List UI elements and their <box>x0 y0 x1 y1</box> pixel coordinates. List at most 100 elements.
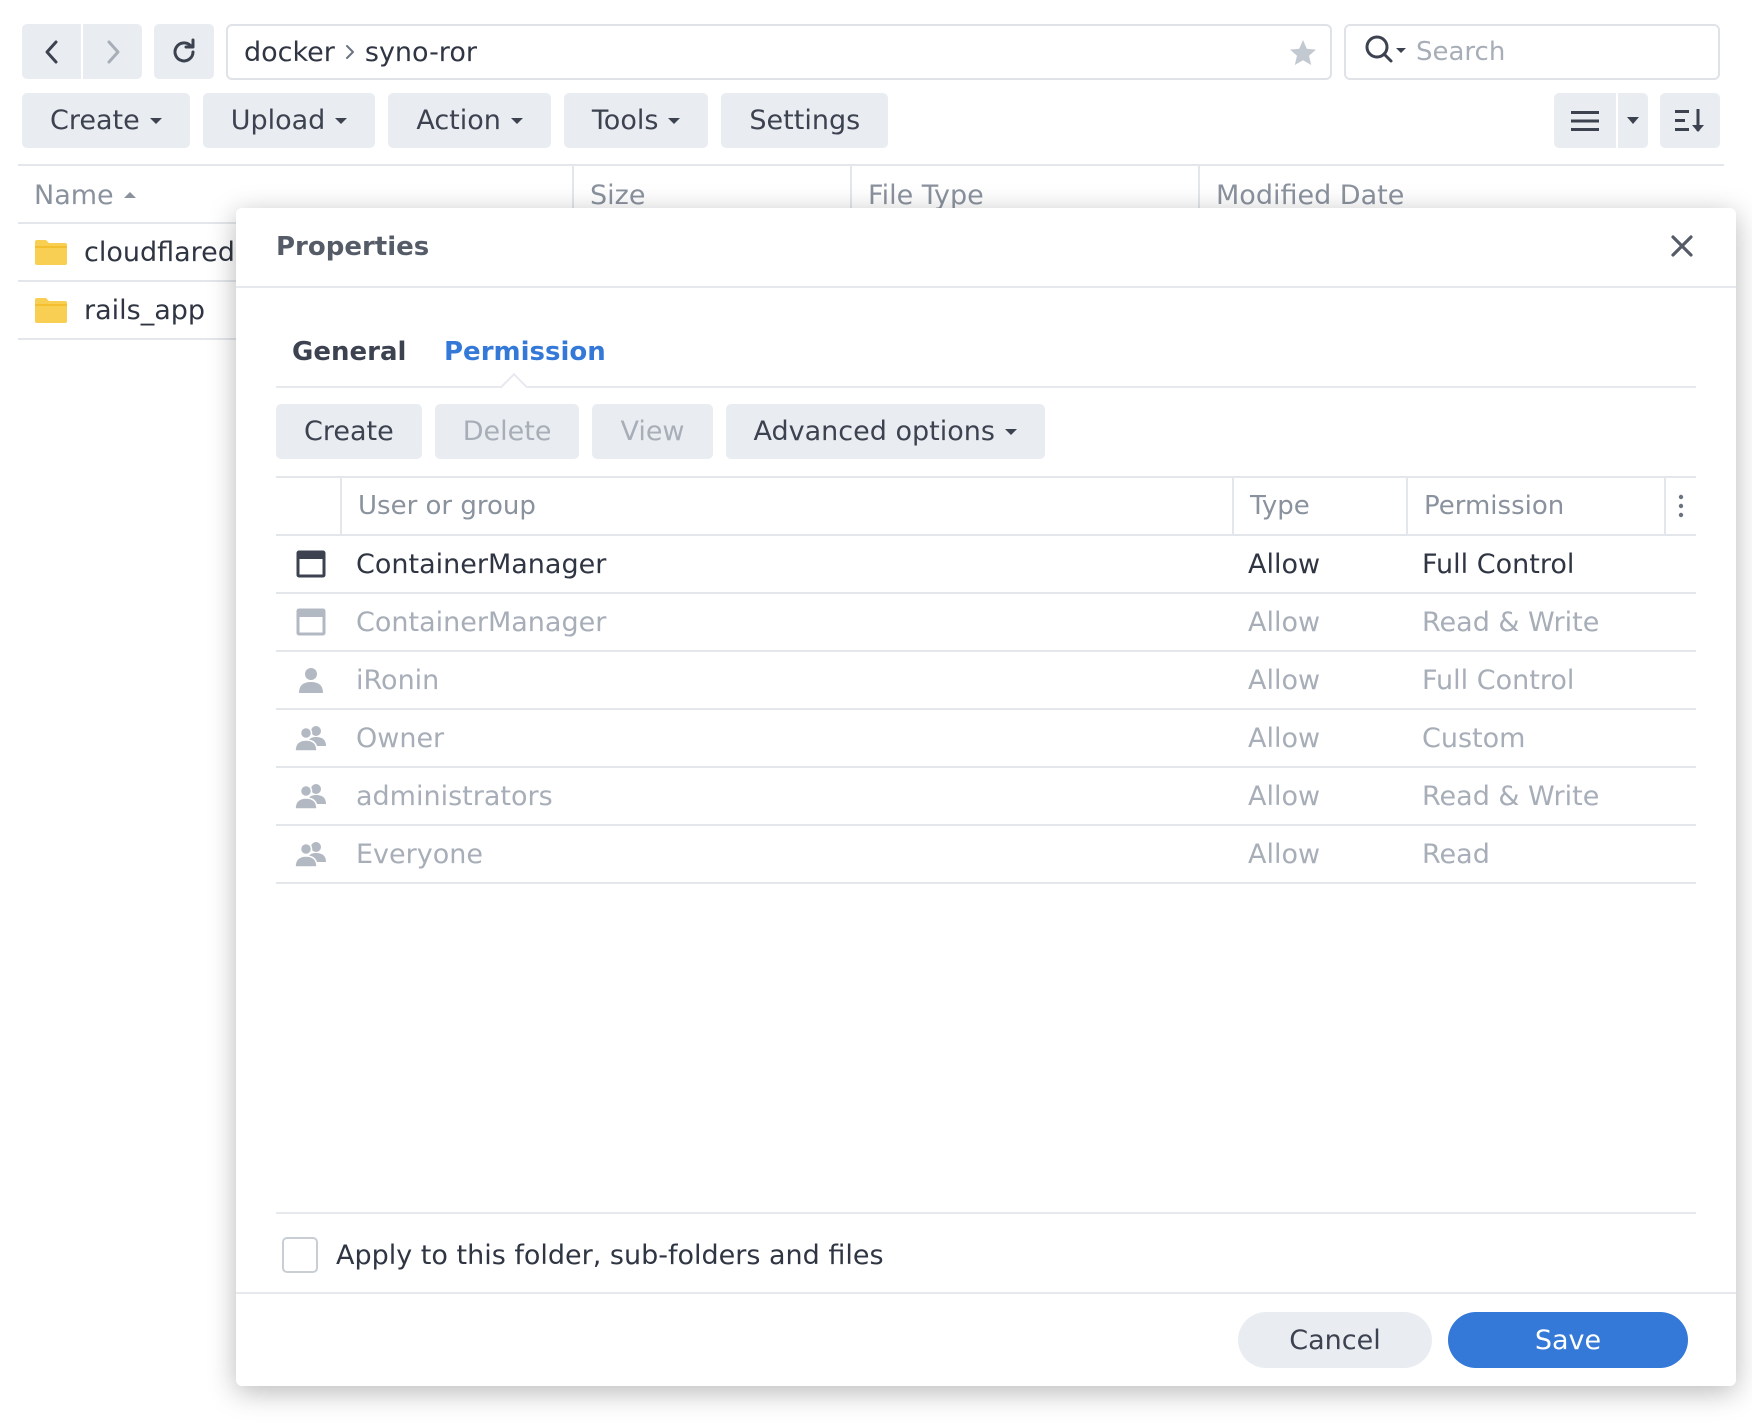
permission-row[interactable]: administrators Allow Read & Write <box>276 768 1696 826</box>
permission-type: Allow <box>1248 548 1321 580</box>
caret-down-icon <box>335 117 348 124</box>
permission-level: Read <box>1422 838 1490 870</box>
create-permission-button[interactable]: Create <box>276 404 422 459</box>
list-view-icon <box>1571 110 1599 131</box>
column-header-user-or-group-label: User or group <box>358 491 536 521</box>
upload-menu-button[interactable]: Upload <box>202 93 376 148</box>
history-nav-group <box>22 24 142 79</box>
create-menu-button[interactable]: Create <box>22 93 190 148</box>
permission-row[interactable]: Everyone Allow Read <box>276 826 1696 884</box>
cancel-label: Cancel <box>1289 1324 1381 1356</box>
list-view-button[interactable] <box>1554 93 1616 148</box>
advanced-options-button[interactable]: Advanced options <box>725 404 1045 459</box>
dialog-header: Properties <box>236 208 1736 288</box>
permission-row[interactable]: ContainerManager Allow Read & Write <box>276 594 1696 652</box>
view-mode-group <box>1554 93 1648 148</box>
tab-permission[interactable]: Permission <box>444 318 606 386</box>
sort-icon <box>1675 108 1704 132</box>
caret-down-icon <box>1627 116 1639 124</box>
caret-down-icon <box>1004 428 1017 435</box>
properties-dialog: Properties General Permission Create Del… <box>236 208 1736 1386</box>
column-options-button[interactable] <box>1664 478 1696 534</box>
user-or-group-name: Everyone <box>356 838 483 870</box>
folder-icon <box>35 240 67 265</box>
view-dropdown-button[interactable] <box>1616 93 1648 148</box>
breadcrumb[interactable]: docker syno-ror <box>226 24 1332 80</box>
app-icon <box>294 594 328 650</box>
permission-type: Allow <box>1248 838 1321 870</box>
permission-level: Full Control <box>1422 664 1575 696</box>
dialog-footer: Cancel Save <box>236 1292 1736 1386</box>
column-header-name-label: Name <box>34 179 114 211</box>
permission-level: Read & Write <box>1422 780 1600 812</box>
breadcrumb-item-parent[interactable]: docker <box>244 37 335 68</box>
apply-to-children-label[interactable]: Apply to this folder, sub-folders and fi… <box>336 1240 884 1271</box>
file-row[interactable]: cloudflared <box>18 224 238 282</box>
permission-level: Full Control <box>1422 548 1575 580</box>
sort-ascending-icon <box>123 192 136 198</box>
back-button[interactable] <box>22 24 81 79</box>
search-box[interactable] <box>1344 24 1720 80</box>
tab-general[interactable]: General <box>292 318 406 386</box>
caret-down-icon <box>149 117 162 124</box>
delete-permission-label: Delete <box>462 416 552 447</box>
save-button[interactable]: Save <box>1448 1312 1688 1368</box>
app-icon <box>294 536 328 592</box>
view-permission-label: View <box>620 416 685 447</box>
chevron-left-icon <box>45 40 57 63</box>
sort-button[interactable] <box>1660 93 1720 148</box>
permission-row[interactable]: iRonin Allow Full Control <box>276 652 1696 710</box>
file-row[interactable]: rails_app <box>18 282 238 340</box>
user-or-group-name: iRonin <box>356 664 440 696</box>
apply-to-children-checkbox[interactable] <box>282 1237 318 1273</box>
column-header-file-type-label: File Type <box>868 179 984 211</box>
breadcrumb-item-current[interactable]: syno-ror <box>365 37 477 68</box>
folder-icon <box>35 298 67 323</box>
column-header-modified-label: Modified Date <box>1216 179 1405 211</box>
create-permission-label: Create <box>304 416 394 447</box>
close-button[interactable] <box>1664 228 1700 264</box>
tools-menu-button[interactable]: Tools <box>563 93 709 148</box>
action-menu-button[interactable]: Action <box>388 93 551 148</box>
main-toolbar: Create Upload Action Tools Settings <box>22 93 889 148</box>
view-permission-button[interactable]: View <box>592 404 713 459</box>
permission-toolbar: Create Delete View Advanced options <box>276 404 1045 459</box>
delete-permission-button[interactable]: Delete <box>434 404 580 459</box>
search-input[interactable] <box>1416 37 1686 67</box>
file-name: rails_app <box>84 294 206 326</box>
column-header-user-or-group[interactable]: User or group <box>340 478 1232 534</box>
star-icon[interactable] <box>1288 38 1318 75</box>
permission-type: Allow <box>1248 606 1321 638</box>
settings-button[interactable]: Settings <box>721 93 889 148</box>
upload-label: Upload <box>230 105 326 136</box>
column-header-type-label: Type <box>1250 491 1310 521</box>
search-icon[interactable] <box>1364 34 1408 70</box>
advanced-options-label: Advanced options <box>753 416 995 447</box>
forward-button[interactable] <box>81 24 142 79</box>
refresh-button[interactable] <box>154 24 214 79</box>
dialog-tabs: General Permission <box>276 318 1696 402</box>
user-or-group-name: administrators <box>356 780 553 812</box>
column-header-permission-label: Permission <box>1424 491 1565 521</box>
caret-down-icon <box>668 117 681 124</box>
column-header-permission[interactable]: Permission <box>1406 478 1664 534</box>
column-header-size-label: Size <box>590 179 646 211</box>
apply-to-children-row: Apply to this folder, sub-folders and fi… <box>276 1212 1696 1296</box>
caret-down-icon <box>510 117 523 124</box>
permission-type: Allow <box>1248 664 1321 696</box>
cancel-button[interactable]: Cancel <box>1238 1312 1432 1368</box>
permission-level: Read & Write <box>1422 606 1600 638</box>
permission-type: Allow <box>1248 722 1321 754</box>
settings-label: Settings <box>749 105 861 136</box>
close-icon <box>1671 235 1693 257</box>
group-icon <box>294 826 328 882</box>
permission-row[interactable]: ContainerManager Allow Full Control <box>276 536 1696 594</box>
user-or-group-name: ContainerManager <box>356 548 607 580</box>
permission-row[interactable]: Owner Allow Custom <box>276 710 1696 768</box>
chevron-right-icon <box>345 44 355 60</box>
permission-table: User or group Type Permission ContainerM… <box>276 476 1696 884</box>
column-header-type[interactable]: Type <box>1232 478 1406 534</box>
permission-table-header: User or group Type Permission <box>276 476 1696 536</box>
group-icon <box>294 710 328 766</box>
permission-level: Custom <box>1422 722 1526 754</box>
